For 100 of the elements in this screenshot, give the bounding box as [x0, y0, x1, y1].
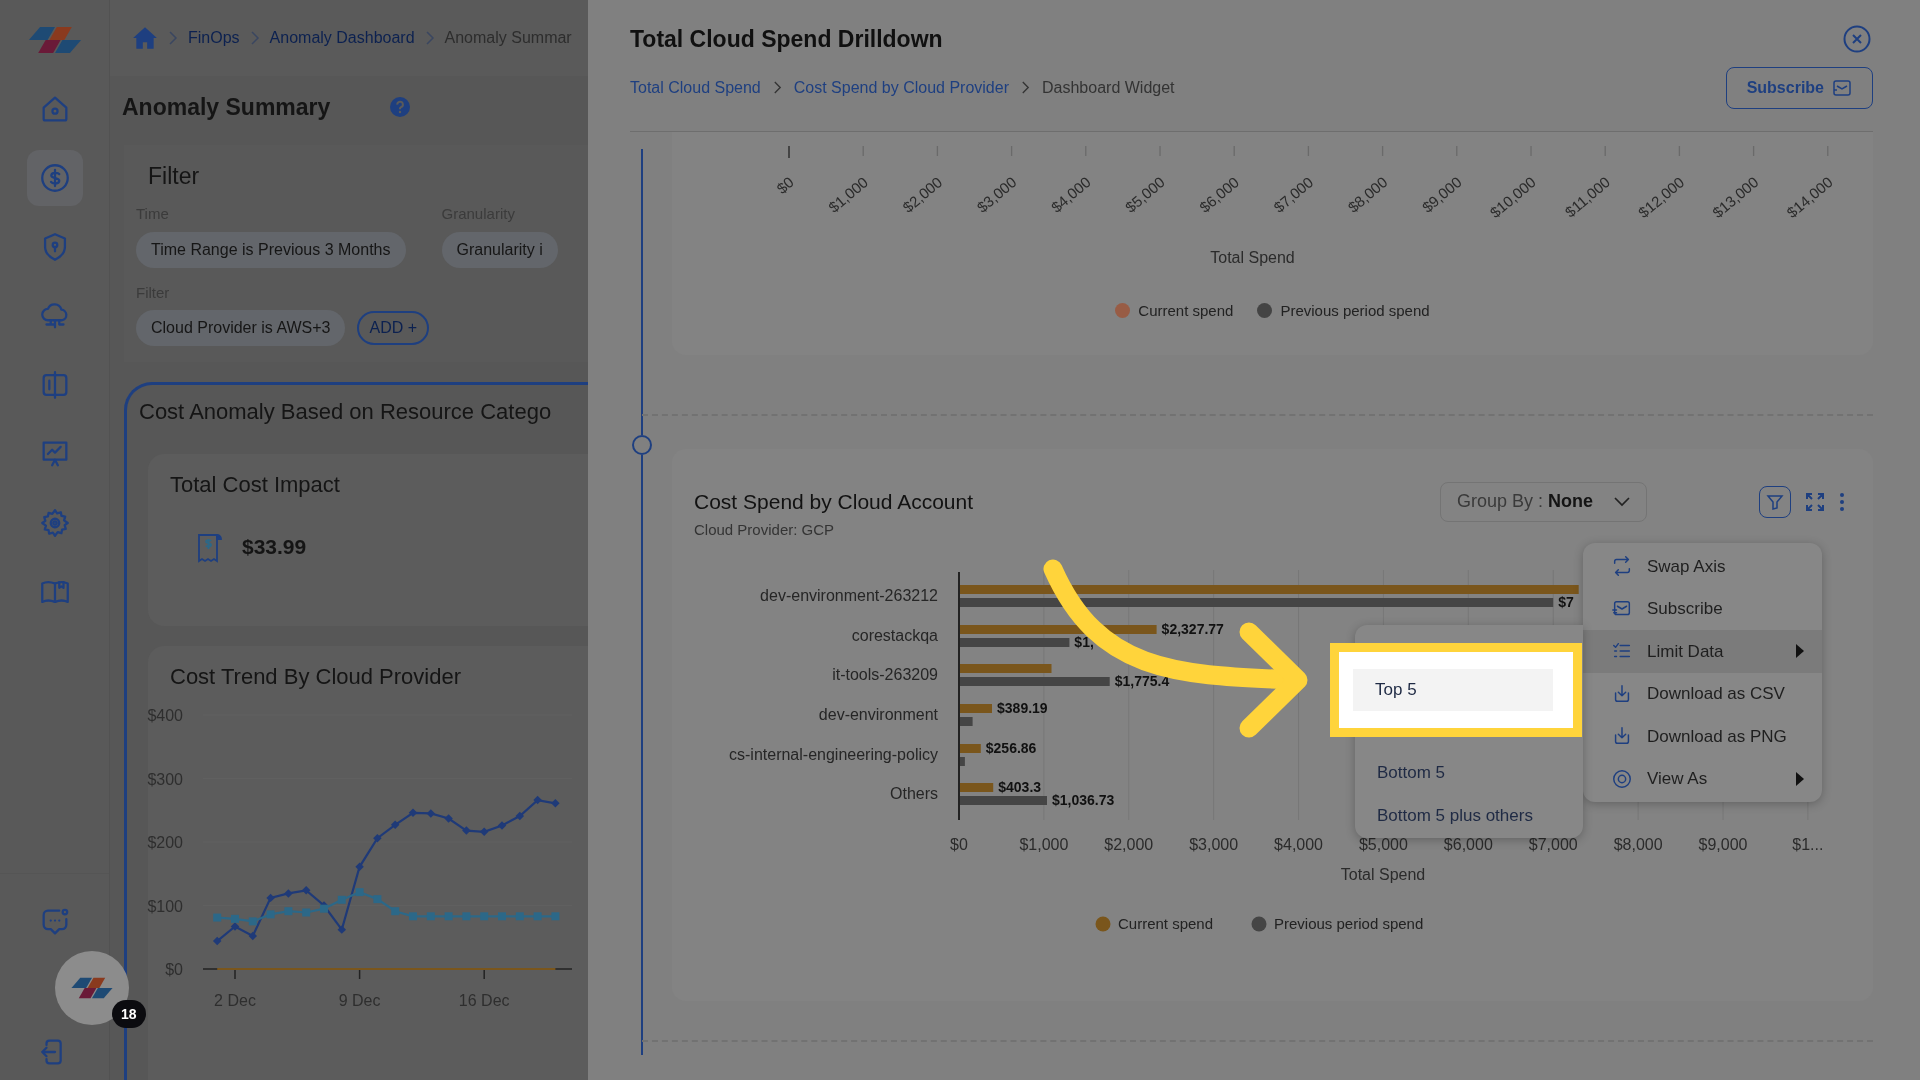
data-point: [515, 811, 525, 821]
menu-item[interactable]: Subscribe: [1583, 587, 1822, 630]
chevron-icon: [772, 80, 782, 95]
axis-title: Total Spend: [1210, 247, 1295, 268]
data-point: [337, 925, 347, 934]
axis-label: $6,000: [1443, 835, 1493, 853]
app-logo: [26, 25, 83, 55]
card-title: Cost Anomaly Based on Resource Catego: [138, 398, 553, 426]
chevron-icon: [1021, 80, 1030, 95]
menu-item[interactable]: Swap Axis: [1583, 545, 1822, 588]
filter-chip[interactable]: Cloud Provider is AWS+3: [136, 310, 346, 346]
breadcrumb-link[interactable]: Total Cloud Spend: [630, 75, 761, 100]
card-title: Cost Trend By Cloud Provider: [169, 663, 463, 691]
home-icon[interactable]: [132, 26, 158, 50]
data-point: [444, 814, 453, 823]
category-label: cs-internal-engineering-policy: [729, 745, 938, 763]
menu-item[interactable]: Download as CSV: [1583, 672, 1822, 715]
data-point: [248, 931, 258, 941]
data-point: [302, 908, 311, 917]
value-label: $1,: [1074, 633, 1094, 650]
filter-title: Filter: [148, 161, 201, 191]
category-label: dev-environment-263212: [760, 586, 938, 604]
data-point: [284, 907, 293, 916]
data-point: [212, 936, 222, 946]
close-icon[interactable]: [1843, 25, 1871, 54]
filter-button[interactable]: [1759, 485, 1791, 518]
chart-title: Cost Spend by Cloud Account: [694, 488, 973, 515]
category-label: it-tools-263209: [832, 665, 938, 683]
legend-label: Current spend: [1138, 300, 1234, 321]
data-point: [533, 912, 542, 921]
funnel-icon: [1766, 492, 1784, 511]
data-point: [409, 912, 417, 921]
menu-item[interactable]: Download as PNG: [1583, 715, 1822, 758]
axis-label: $7,000: [1528, 835, 1578, 853]
expand-icon[interactable]: [1805, 491, 1825, 512]
legend-label: Previous period spend: [1280, 300, 1430, 321]
value-label: $403.3: [998, 778, 1042, 795]
data-point: [390, 820, 400, 830]
card-title: Total Cost Impact: [170, 471, 341, 499]
data-point: [551, 912, 560, 921]
axis-label: $2,000: [1104, 835, 1154, 853]
chevron-icon: [168, 30, 178, 46]
swap-icon: [1611, 555, 1633, 578]
data-point: [426, 809, 436, 818]
subscribe-button[interactable]: Subscribe: [1725, 66, 1873, 109]
data-point: [391, 907, 400, 916]
more-options-icon[interactable]: [1839, 491, 1845, 512]
axis-label: $9,000: [1698, 835, 1748, 853]
axis-label: $1...: [1792, 835, 1824, 853]
category-label: corestackqa: [851, 626, 938, 644]
data-point: [213, 913, 222, 922]
data-point: [301, 886, 311, 895]
menu-item[interactable]: Limit Data: [1583, 630, 1822, 673]
data-point: [266, 893, 275, 903]
value-label: $2,327.77: [1161, 620, 1224, 637]
data-point: [355, 862, 364, 871]
data-point: [444, 912, 453, 921]
mail-icon: [1832, 78, 1852, 97]
data-point: [373, 833, 382, 843]
category-label: dev-environment: [818, 705, 938, 723]
breadcrumb-link[interactable]: Cost Spend by Cloud Provider: [793, 75, 1009, 100]
help-icon[interactable]: [390, 97, 411, 118]
group-by-select[interactable]: Group By : None: [1440, 481, 1647, 522]
axis-label: $4,000: [1274, 835, 1323, 853]
filter-chip[interactable]: Granularity i: [441, 231, 558, 268]
breadcrumb-link[interactable]: FinOps: [188, 26, 240, 50]
value-label: $256.86: [985, 739, 1037, 756]
axis-label: $0: [950, 835, 968, 853]
data-point: [497, 821, 507, 830]
data-point: [373, 895, 382, 904]
bar: [959, 782, 994, 792]
value-label: $7: [1558, 593, 1574, 610]
value-label: $1,775.4: [1114, 672, 1170, 689]
data-point: [337, 895, 346, 904]
data-point: [480, 912, 489, 921]
bar: [959, 703, 992, 713]
sidebar-item[interactable]: [26, 150, 83, 206]
axis-label: $3,000: [1189, 835, 1239, 853]
bar: [959, 716, 973, 726]
filter-chip[interactable]: Time Range is Previous 3 Months: [136, 231, 406, 268]
data-point: [462, 826, 471, 835]
data-point: [408, 808, 418, 818]
page-title: Anomaly Summary: [122, 93, 331, 122]
data-point: [248, 917, 257, 926]
axis-label: $8,000: [1613, 835, 1663, 853]
add-filter-button[interactable]: ADD +: [357, 311, 430, 345]
menu-item[interactable]: Bottom 5 plus others: [1355, 794, 1583, 837]
breadcrumb-link[interactable]: Anomaly Dashboard: [269, 26, 415, 50]
menu-item[interactable]: Top 5: [1353, 669, 1553, 711]
category-label: Others: [890, 784, 938, 802]
chevron-down-icon: [1614, 496, 1630, 507]
menu-item[interactable]: View As: [1583, 757, 1822, 800]
value-label: $1,036.73: [1052, 791, 1115, 808]
menu-item[interactable]: Bottom 5: [1355, 751, 1583, 794]
chevron-icon: [249, 30, 260, 46]
chevron-icon: [424, 30, 435, 46]
data-point: [498, 912, 506, 921]
drawer-title: Total Cloud Spend Drilldown: [630, 25, 943, 54]
data-point: [551, 799, 560, 808]
data-point: [284, 889, 293, 898]
